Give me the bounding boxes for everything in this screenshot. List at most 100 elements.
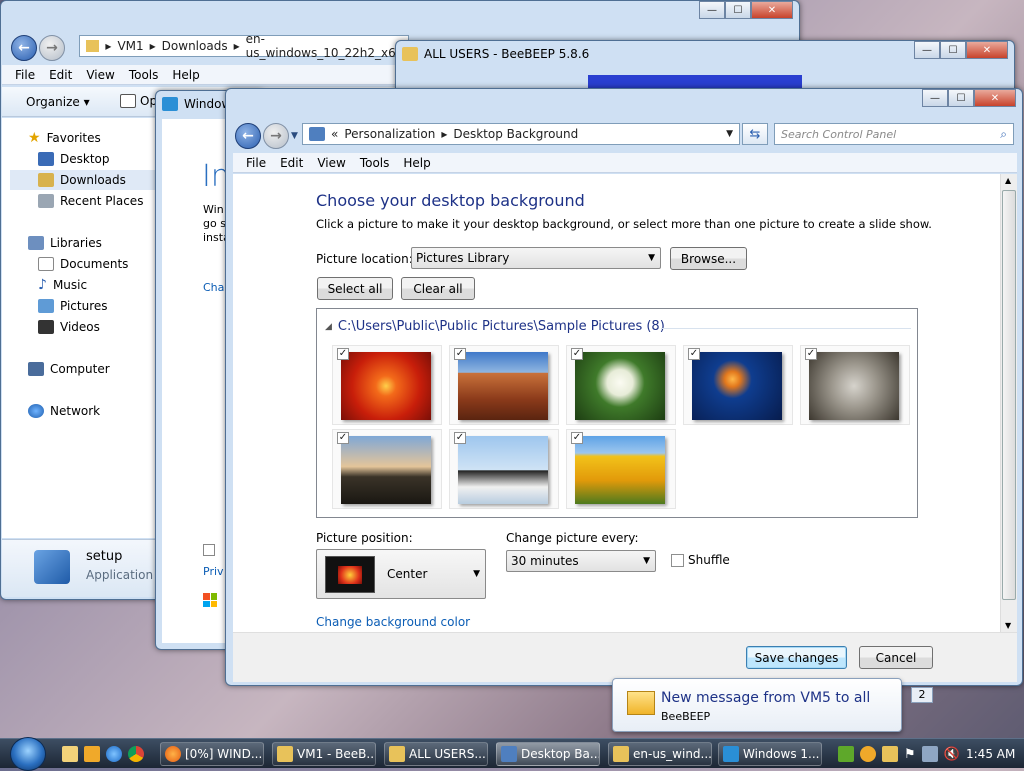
- thumbnail-checkbox[interactable]: ✓: [454, 348, 466, 360]
- cp-address-bar[interactable]: « Personalization ▸ Desktop Background ▼: [302, 123, 740, 145]
- maximize-button[interactable]: ☐: [725, 1, 751, 19]
- thumbnail-desert[interactable]: ✓: [449, 345, 559, 425]
- sidebar-item-desktop[interactable]: Desktop: [38, 149, 110, 169]
- scroll-down-icon[interactable]: ▼: [1005, 621, 1011, 630]
- collapse-group-icon[interactable]: ◢: [325, 322, 332, 332]
- taskbar-button-windows-setup[interactable]: Windows 1...: [718, 742, 822, 766]
- thumbnail-checkbox[interactable]: ✓: [454, 432, 466, 444]
- thumbnail-koala[interactable]: ✓: [800, 345, 910, 425]
- explorer-address-bar[interactable]: ▸ VM1 ▸ Downloads ▸ en-us_windows_10_22h2_x…: [79, 32, 409, 60]
- address-crumb[interactable]: en-us_windows_10_22h2_x6: [246, 32, 408, 60]
- setup-change-link[interactable]: Cha: [203, 281, 224, 294]
- sidebar-libraries[interactable]: Libraries: [28, 233, 102, 253]
- menu-edit[interactable]: Edit: [273, 156, 310, 170]
- thumbnail-checkbox[interactable]: ✓: [571, 432, 583, 444]
- organize-button[interactable]: Organize ▾: [26, 95, 90, 109]
- close-button[interactable]: ✕: [751, 1, 793, 19]
- taskbar-button-all-users[interactable]: ALL USERS...: [384, 742, 488, 766]
- minimize-button[interactable]: —: [922, 89, 948, 107]
- open-button[interactable]: Op: [120, 94, 157, 108]
- taskbar-button-firefox[interactable]: [0%] WIND...: [160, 742, 264, 766]
- back-button[interactable]: ←: [11, 35, 37, 61]
- menu-tools[interactable]: Tools: [122, 68, 166, 82]
- refresh-button[interactable]: ⇆: [742, 123, 768, 145]
- thumbnail-jellyfish[interactable]: ✓: [683, 345, 793, 425]
- menu-help[interactable]: Help: [165, 68, 206, 82]
- maximize-button[interactable]: ☐: [940, 41, 966, 59]
- thumbnail-penguins[interactable]: ✓: [449, 429, 559, 509]
- menu-tools[interactable]: Tools: [353, 156, 397, 170]
- save-changes-button[interactable]: Save changes: [746, 646, 847, 669]
- vertical-scrollbar[interactable]: ▲ ▼: [1000, 174, 1017, 632]
- notification-balloon[interactable]: New message from VM5 to all BeeBEEP 2: [612, 678, 933, 732]
- menu-edit[interactable]: Edit: [42, 68, 79, 82]
- shuffle-checkbox[interactable]: [671, 554, 684, 567]
- shuffle-label[interactable]: Shuffle: [688, 553, 730, 567]
- sidebar-item-documents[interactable]: Documents: [38, 254, 128, 274]
- cancel-button[interactable]: Cancel: [859, 646, 933, 669]
- scroll-up-icon[interactable]: ▲: [1005, 176, 1011, 185]
- show-desktop-icon[interactable]: [62, 746, 78, 762]
- thumbnail-tulips[interactable]: ✓: [566, 429, 676, 509]
- sidebar-item-videos[interactable]: Videos: [38, 317, 100, 337]
- sidebar-item-downloads[interactable]: Downloads: [10, 170, 155, 190]
- menu-help[interactable]: Help: [396, 156, 437, 170]
- thumbnail-hydrangeas[interactable]: ✓: [566, 345, 676, 425]
- search-icon[interactable]: ⌕: [1000, 127, 1007, 142]
- sidebar-item-music[interactable]: ♪ Music: [38, 275, 87, 295]
- menu-view[interactable]: View: [310, 156, 352, 170]
- sidebar-network[interactable]: Network: [28, 401, 100, 421]
- search-input[interactable]: Search Control Panel ⌕: [774, 123, 1014, 145]
- taskbar-button-vm1-beebeep[interactable]: VM1 - BeeB...: [272, 742, 376, 766]
- forward-button[interactable]: →: [263, 123, 289, 149]
- minimize-button[interactable]: —: [699, 1, 725, 19]
- thumbnail-checkbox[interactable]: ✓: [337, 432, 349, 444]
- minimize-button[interactable]: —: [914, 41, 940, 59]
- internet-explorer-icon[interactable]: [106, 746, 122, 762]
- chrome-icon[interactable]: [128, 746, 144, 762]
- setup-privacy-link[interactable]: Priv: [203, 565, 224, 578]
- maximize-button[interactable]: ☐: [948, 89, 974, 107]
- change-background-color-link[interactable]: Change background color: [316, 615, 470, 629]
- clear-all-button[interactable]: Clear all: [401, 277, 475, 300]
- address-crumb[interactable]: VM1: [117, 39, 143, 53]
- group-header[interactable]: ◢ C:\Users\Public\Public Pictures\Sample…: [325, 319, 665, 334]
- thumbnail-checkbox[interactable]: ✓: [688, 348, 700, 360]
- select-all-button[interactable]: Select all: [317, 277, 393, 300]
- media-player-icon[interactable]: [84, 746, 100, 762]
- clock[interactable]: 1:45 AM: [966, 747, 1015, 761]
- sidebar-favorites[interactable]: ★ Favorites: [28, 128, 101, 148]
- browse-button[interactable]: Browse...: [670, 247, 747, 270]
- close-button[interactable]: ✕: [966, 41, 1008, 59]
- thumbnail-checkbox[interactable]: ✓: [571, 348, 583, 360]
- thumbnail-checkbox[interactable]: ✓: [337, 348, 349, 360]
- address-crumb-personalization[interactable]: Personalization: [344, 127, 435, 141]
- network-tray-icon[interactable]: [921, 746, 938, 762]
- menu-file[interactable]: File: [8, 68, 42, 82]
- search-tray-icon[interactable]: [860, 746, 876, 762]
- sidebar-item-pictures[interactable]: Pictures: [38, 296, 108, 316]
- thumbnail-lighthouse[interactable]: ✓: [332, 429, 442, 509]
- menu-file[interactable]: File: [239, 156, 273, 170]
- menu-view[interactable]: View: [79, 68, 121, 82]
- forward-button[interactable]: →: [39, 35, 65, 61]
- address-crumb-desktop-background[interactable]: Desktop Background: [453, 127, 578, 141]
- sidebar-item-recent-places[interactable]: Recent Places: [38, 191, 143, 211]
- taskbar-button-explorer[interactable]: en-us_wind...: [608, 742, 712, 766]
- sidebar-computer[interactable]: Computer: [28, 359, 110, 379]
- beebeep-tray-icon[interactable]: [882, 746, 898, 762]
- close-button[interactable]: ✕: [974, 89, 1016, 107]
- thumbnail-chrysanthemum[interactable]: ✓: [332, 345, 442, 425]
- nvidia-icon[interactable]: [838, 746, 854, 762]
- back-button[interactable]: ←: [235, 123, 261, 149]
- volume-muted-icon[interactable]: 🔇: [944, 747, 960, 762]
- address-dropdown-icon[interactable]: ▼: [726, 129, 733, 139]
- picture-position-select[interactable]: Center ▼: [316, 549, 486, 599]
- flag-icon[interactable]: ⚑: [904, 747, 916, 762]
- thumbnail-checkbox[interactable]: ✓: [805, 348, 817, 360]
- picture-location-select[interactable]: Pictures Library ▼: [411, 247, 661, 269]
- address-crumb[interactable]: Downloads: [162, 39, 228, 53]
- scrollbar-thumb[interactable]: [1002, 190, 1016, 600]
- setup-checkbox[interactable]: [203, 544, 215, 556]
- recent-pages-icon[interactable]: ▼: [291, 131, 298, 141]
